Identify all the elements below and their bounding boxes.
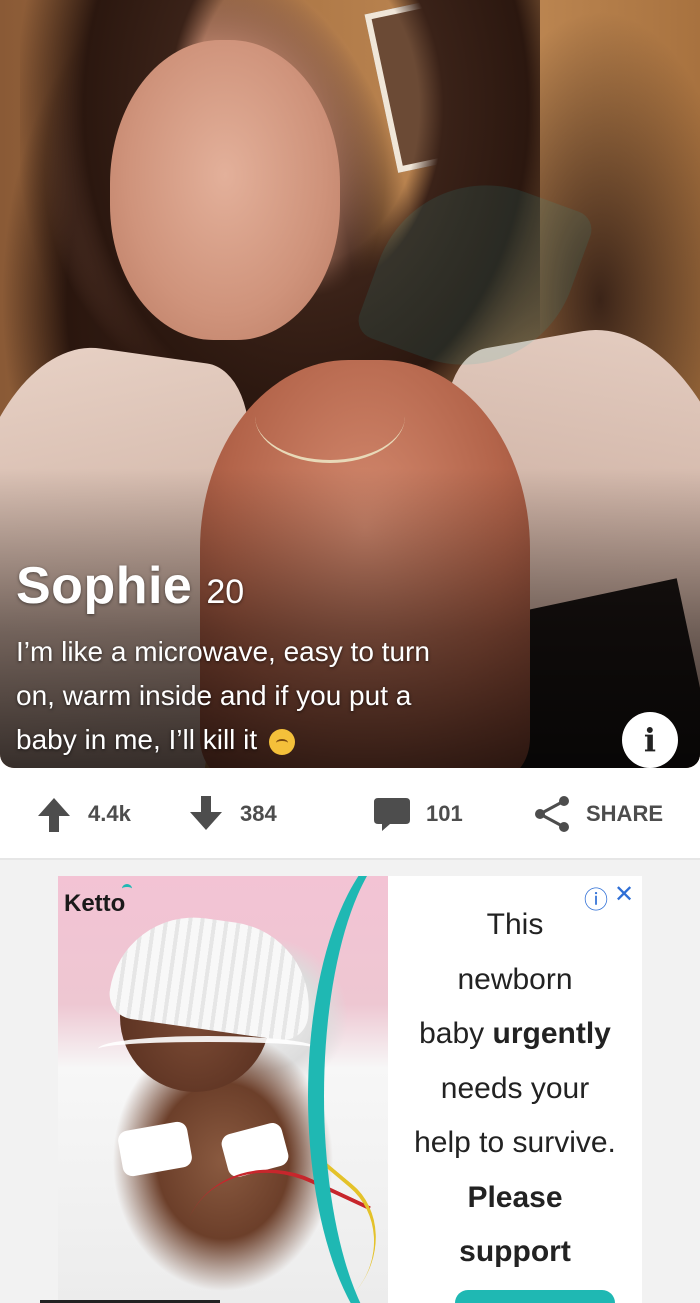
- ad-copy-line: needs your: [440, 1071, 590, 1105]
- ad-copy-line: This: [486, 908, 544, 941]
- bio-line: I’m like a microwave, easy to turn: [16, 636, 430, 667]
- arrow-down-icon: [190, 796, 222, 830]
- ad-copy-line: baby urgently: [388, 1007, 642, 1062]
- ad-copy-emphasis: support: [459, 1235, 571, 1268]
- comments-button[interactable]: 101: [372, 794, 463, 834]
- ad-copy: This newborn baby urgently needs your he…: [388, 898, 642, 1280]
- downvote-count: 384: [240, 801, 277, 826]
- upvote-button[interactable]: 4.4k: [34, 794, 131, 834]
- profile-age: 20: [206, 573, 245, 611]
- name-row: Sophie 20: [16, 556, 616, 616]
- ad-photo-pad: [116, 1120, 194, 1178]
- ad-copy-line: newborn: [457, 962, 573, 996]
- share-button[interactable]: SHARE: [532, 794, 663, 834]
- comment-bubble-icon: [374, 798, 410, 831]
- profile-info: Sophie 20 I’m like a microwave, easy to …: [16, 556, 616, 762]
- profile-info-button[interactable]: i: [622, 712, 678, 768]
- share-icon: [535, 796, 569, 832]
- bio-line-text: baby in me, I’ll kill it: [16, 724, 258, 755]
- upvote-count: 4.4k: [88, 801, 131, 826]
- ad-photo-tube: [98, 1036, 318, 1062]
- ad-copy-line: support: [388, 1225, 642, 1280]
- upside-down-face-icon: [268, 728, 295, 755]
- photo-necklace: [255, 370, 405, 463]
- action-bar: 4.4k 384 101 SHARE: [0, 770, 700, 860]
- ad-copy-emphasis: urgently: [492, 1017, 611, 1050]
- arrow-up-icon: [38, 798, 70, 832]
- ketto-logo[interactable]: Ketto: [64, 884, 133, 918]
- ad-copy-text: baby: [419, 1017, 493, 1050]
- share-label: SHARE: [586, 801, 664, 826]
- ad-cta-button[interactable]: [455, 1290, 615, 1303]
- comment-count: 101: [426, 801, 463, 826]
- ad-copy-emphasis: Please: [467, 1180, 563, 1214]
- profile-name: Sophie: [16, 557, 193, 615]
- ad-copy-line: help to survive.: [414, 1126, 616, 1159]
- profile-bio: I’m like a microwave, easy to turn on, w…: [16, 630, 586, 762]
- downvote-button[interactable]: 384: [186, 794, 277, 834]
- bio-line: on, warm inside and if you put a: [16, 680, 412, 711]
- photo-face: [110, 40, 340, 340]
- bio-line: baby in me, I’ll kill it: [16, 718, 586, 762]
- ad-copy-line: Please: [388, 1171, 642, 1226]
